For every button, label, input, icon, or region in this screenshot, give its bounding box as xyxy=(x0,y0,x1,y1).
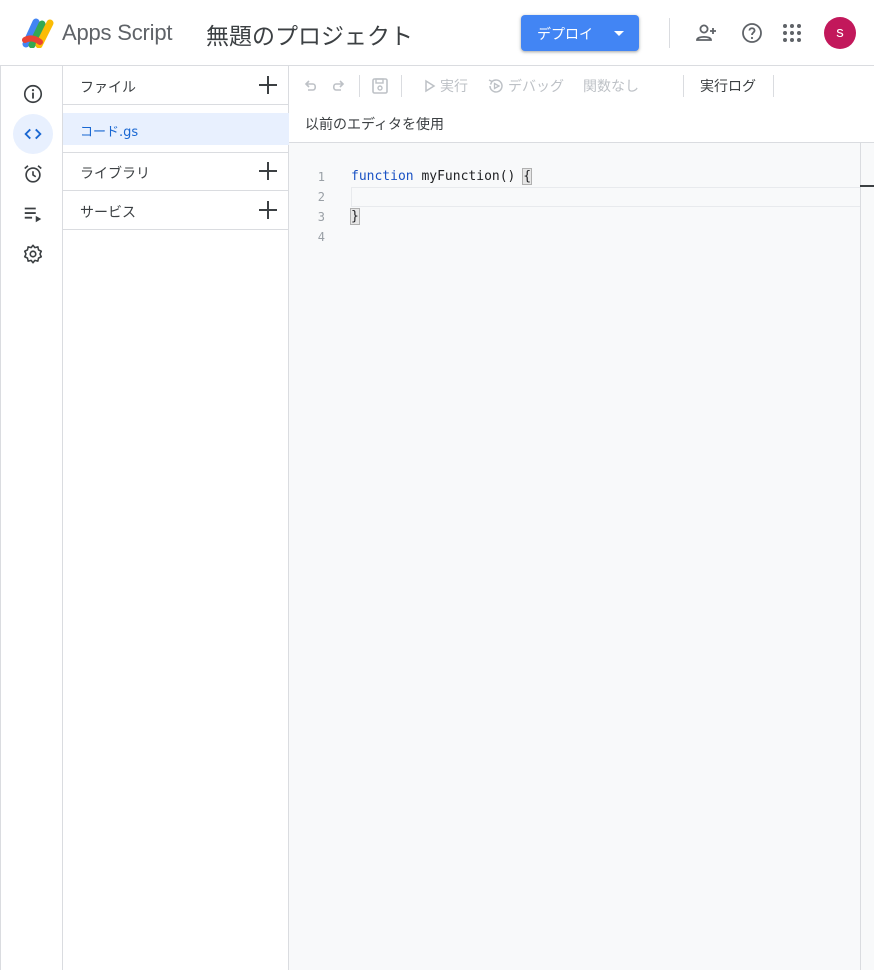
toolbar-divider xyxy=(359,75,360,97)
editor-scrollbar[interactable] xyxy=(860,143,874,970)
info-icon xyxy=(23,84,43,104)
toolbar-divider xyxy=(401,75,402,97)
project-title[interactable]: 無題のプロジェクト xyxy=(206,17,413,51)
services-section-header: サービス xyxy=(63,191,289,230)
add-service-plus-icon[interactable] xyxy=(259,201,277,219)
help-icon[interactable] xyxy=(740,21,764,45)
file-item-code-gs[interactable]: コード.gs xyxy=(63,113,289,145)
code-line: 3 } xyxy=(289,207,860,227)
services-section-label: サービス xyxy=(80,205,136,221)
use-legacy-editor-link[interactable]: 以前のエディタを使用 xyxy=(305,114,444,134)
code-line: 1 function myFunction() { xyxy=(289,167,860,187)
toolbar-divider xyxy=(683,75,684,97)
line-number: 2 xyxy=(317,190,325,204)
undo-icon[interactable] xyxy=(301,76,321,96)
caret-down-icon xyxy=(614,31,624,36)
left-nav-rail xyxy=(0,66,63,970)
toolbar-divider xyxy=(773,75,774,97)
triggers-nav-button[interactable] xyxy=(13,154,53,194)
settings-nav-button[interactable] xyxy=(13,234,53,274)
gear-icon xyxy=(23,244,43,264)
code-close-brace: } xyxy=(350,208,360,225)
line-number: 3 xyxy=(317,210,325,224)
executions-nav-button[interactable] xyxy=(13,194,53,234)
code-open-brace: { xyxy=(522,168,533,185)
debug-button[interactable]: デバッグ xyxy=(508,76,564,96)
top-app-bar: Apps Script 無題のプロジェクト デプロイ s xyxy=(0,0,874,66)
debug-icon xyxy=(488,79,503,93)
share-person-add-icon[interactable] xyxy=(694,21,718,45)
header-divider xyxy=(669,18,670,48)
code-text: function myFunction() { xyxy=(351,168,533,185)
editor-toolbar: 実行 デバッグ 関数なし 実行ログ 以前のエディタを使用 xyxy=(289,66,874,143)
apps-grid-icon[interactable] xyxy=(780,21,804,45)
play-icon xyxy=(425,79,436,93)
add-file-plus-icon[interactable] xyxy=(259,76,277,94)
alarm-clock-icon xyxy=(24,165,42,183)
add-library-plus-icon[interactable] xyxy=(259,162,277,180)
function-select[interactable]: 関数なし xyxy=(583,76,639,96)
playlist-play-icon xyxy=(24,207,42,223)
apps-script-logo[interactable] xyxy=(22,16,58,48)
libraries-section-label: ライブラリ xyxy=(80,166,150,182)
code-keyword: function xyxy=(351,169,414,184)
overview-nav-button[interactable] xyxy=(13,74,53,114)
code-line-current: 2 xyxy=(289,187,874,207)
line-number: 1 xyxy=(317,170,325,184)
file-item-label: コード.gs xyxy=(80,125,139,140)
libraries-section-header: ライブラリ xyxy=(63,152,289,191)
files-section-label: ファイル xyxy=(80,80,136,96)
deploy-button-label: デプロイ xyxy=(537,27,593,43)
account-avatar[interactable]: s xyxy=(824,17,856,49)
overview-ruler-cursor-mark xyxy=(860,185,874,187)
files-panel: ファイル コード.gs ライブラリ サービス xyxy=(63,66,289,970)
redo-icon[interactable] xyxy=(328,76,348,96)
code-text: } xyxy=(350,208,360,225)
code-line: 4 xyxy=(289,227,860,247)
editor-nav-button[interactable] xyxy=(13,114,53,154)
run-button[interactable]: 実行 xyxy=(440,76,468,96)
code-brackets-icon xyxy=(24,128,42,140)
deploy-button[interactable]: デプロイ xyxy=(521,15,639,51)
line-number: 4 xyxy=(317,230,325,244)
files-section-header: ファイル xyxy=(63,66,289,105)
save-icon[interactable] xyxy=(370,76,390,96)
current-line-highlight xyxy=(351,187,874,207)
code-function-name: myFunction() xyxy=(413,169,524,184)
execution-log-button[interactable]: 実行ログ xyxy=(700,76,756,96)
code-editor[interactable]: 1 function myFunction() { 2 3 } 4 xyxy=(289,143,874,970)
app-name[interactable]: Apps Script xyxy=(62,20,172,46)
